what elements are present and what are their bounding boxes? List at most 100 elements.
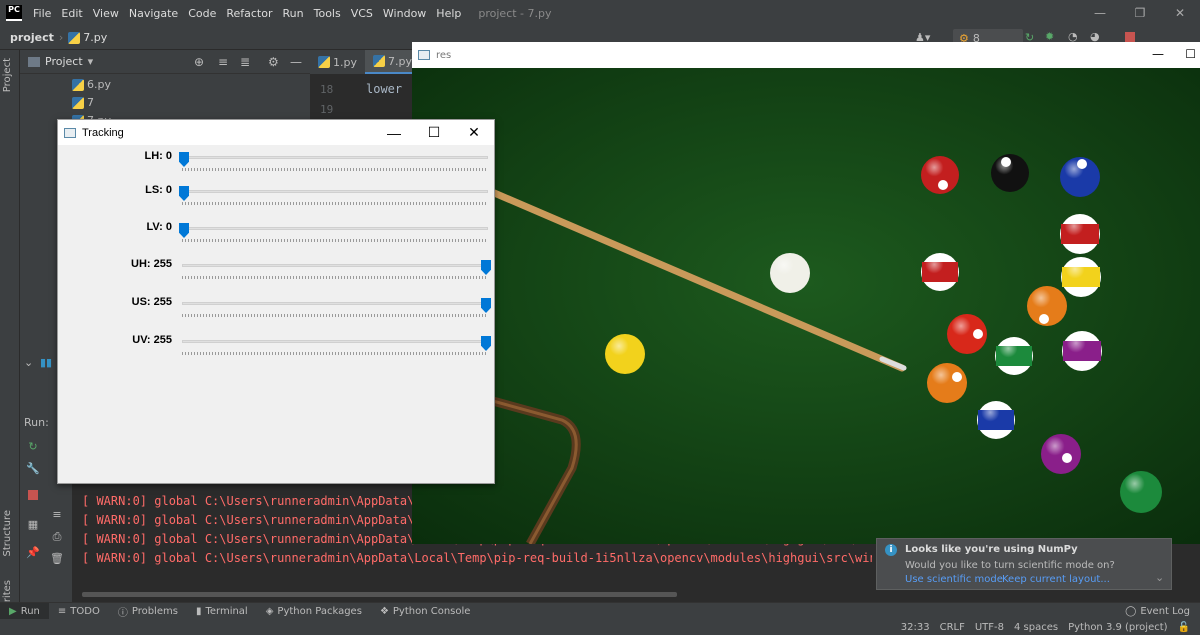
slider-label: UV: 255 bbox=[132, 334, 172, 346]
chevron-right-icon: › bbox=[58, 31, 64, 44]
line-number: 19 bbox=[320, 103, 334, 116]
minimize-icon[interactable]: — bbox=[374, 120, 414, 145]
use-scientific-mode-link[interactable]: Use scientific mode bbox=[905, 574, 1003, 585]
slider-thumb[interactable] bbox=[179, 152, 189, 167]
minimize-icon[interactable]: — bbox=[1080, 0, 1120, 26]
slider-row: US: 255 bbox=[58, 294, 494, 330]
tracking-window[interactable]: Tracking — ☐ ✕ LH: 0 LS: 0 LV: 0 UH: 255 US:… bbox=[57, 119, 495, 484]
slider-thumb[interactable] bbox=[481, 298, 491, 313]
menu-refactor[interactable]: Refactor bbox=[221, 7, 277, 20]
restore-icon[interactable]: ❐ bbox=[1120, 0, 1160, 26]
res-titlebar[interactable]: res — ☐ bbox=[412, 42, 1200, 68]
tab-python-packages[interactable]: ◈ Python Packages bbox=[257, 603, 371, 620]
menu-file[interactable]: File bbox=[28, 7, 56, 20]
ball-1 bbox=[605, 334, 645, 374]
menu-vcs[interactable]: VCS bbox=[346, 7, 378, 20]
slider-ticks bbox=[182, 276, 488, 279]
ball-5 bbox=[927, 363, 967, 403]
locate-icon[interactable]: ⊕ bbox=[194, 55, 204, 69]
structure-tool-tab[interactable]: Structure bbox=[2, 510, 13, 557]
print-icon[interactable]: ⎙ bbox=[50, 530, 64, 544]
slider-row: UH: 255 bbox=[58, 256, 494, 292]
res-window[interactable]: res — ☐ bbox=[412, 42, 1200, 544]
gear-icon[interactable]: ⚙ bbox=[268, 55, 279, 69]
status-bar: 32:33 CRLF UTF-8 4 spaces Python 3.9 (pr… bbox=[0, 619, 1200, 635]
collapse-all-icon[interactable]: ≣ bbox=[240, 55, 250, 69]
menu-edit[interactable]: Edit bbox=[56, 7, 87, 20]
python-file-icon bbox=[68, 31, 81, 44]
slider-track[interactable] bbox=[182, 302, 488, 305]
tab-problems[interactable]: ⓘ Problems bbox=[109, 603, 187, 620]
minimize-icon[interactable]: — bbox=[1152, 47, 1164, 61]
slider-thumb[interactable] bbox=[481, 336, 491, 351]
menu-tools[interactable]: Tools bbox=[309, 7, 346, 20]
close-icon[interactable]: ✕ bbox=[1160, 0, 1200, 26]
tree-item[interactable]: 7 bbox=[72, 96, 94, 109]
project-panel-title[interactable]: Project bbox=[45, 55, 83, 68]
stop-icon[interactable] bbox=[28, 490, 38, 500]
code-line: lower bbox=[366, 82, 403, 96]
hide-icon[interactable]: — bbox=[290, 55, 302, 69]
stop-icon[interactable] bbox=[1125, 32, 1135, 42]
problems-icon: ⓘ bbox=[117, 607, 128, 619]
pin-icon[interactable]: 📌 bbox=[26, 546, 40, 559]
slider-track[interactable] bbox=[182, 156, 488, 159]
project-tool-tab[interactable]: Project bbox=[2, 58, 13, 92]
slider-track[interactable] bbox=[182, 264, 488, 267]
python-icon: ❖ bbox=[379, 605, 389, 617]
chevron-down-icon[interactable]: ⌄ bbox=[24, 356, 33, 369]
slider-thumb[interactable] bbox=[179, 223, 189, 238]
event-log-button[interactable]: ◯ Event Log bbox=[1125, 603, 1190, 620]
ball-9 bbox=[1061, 257, 1101, 297]
tree-item[interactable]: 6.py bbox=[72, 78, 111, 91]
tab-1py[interactable]: 1.py bbox=[310, 50, 365, 74]
trash-icon[interactable]: 🗑 bbox=[50, 552, 64, 565]
window-icon bbox=[418, 50, 430, 60]
menu-help[interactable]: Help bbox=[431, 7, 466, 20]
list-icon: ≡ bbox=[57, 605, 67, 617]
indent-setting[interactable]: 4 spaces bbox=[1014, 622, 1058, 633]
expand-all-icon[interactable]: ≡ bbox=[218, 55, 228, 69]
maximize-icon[interactable]: ☐ bbox=[414, 120, 454, 145]
slider-track[interactable] bbox=[182, 190, 488, 193]
menu-code[interactable]: Code bbox=[183, 7, 221, 20]
console-scrollbar[interactable] bbox=[82, 592, 677, 597]
tab-todo[interactable]: ≡ TODO bbox=[49, 603, 109, 620]
interpreter[interactable]: Python 3.9 (project) bbox=[1068, 622, 1167, 633]
slider-track[interactable] bbox=[182, 340, 488, 343]
breadcrumb-file[interactable]: 7.py bbox=[83, 31, 107, 44]
slider-thumb[interactable] bbox=[481, 260, 491, 275]
project-panel-header: Project ▾ ⊕ ≡ ≣ ⚙ — bbox=[20, 50, 310, 74]
soft-wrap-icon[interactable]: ≡ bbox=[50, 508, 64, 521]
menu-run[interactable]: Run bbox=[278, 7, 309, 20]
menu-view[interactable]: View bbox=[88, 7, 124, 20]
tracking-title: Tracking bbox=[82, 126, 124, 139]
layout-icon[interactable]: ▦ bbox=[26, 518, 40, 531]
line-separator[interactable]: CRLF bbox=[940, 622, 965, 633]
menu-navigate[interactable]: Navigate bbox=[124, 7, 183, 20]
slider-row: UV: 255 bbox=[58, 332, 494, 368]
close-icon[interactable]: ✕ bbox=[454, 120, 494, 145]
breadcrumb-project[interactable]: project bbox=[10, 31, 54, 44]
keep-layout-link[interactable]: Keep current layout... bbox=[1002, 574, 1110, 585]
lock-icon[interactable]: 🔓 bbox=[1178, 622, 1190, 633]
ball-14 bbox=[995, 337, 1033, 375]
ball-13 bbox=[1027, 286, 1067, 326]
slider-track[interactable] bbox=[182, 227, 488, 230]
slider-thumb[interactable] bbox=[179, 186, 189, 201]
file-encoding[interactable]: UTF-8 bbox=[975, 622, 1004, 633]
wrench-icon[interactable]: 🔧 bbox=[26, 462, 40, 475]
tab-run[interactable]: ▶ Run bbox=[0, 602, 49, 620]
maximize-icon[interactable]: ☐ bbox=[1185, 47, 1196, 61]
tab-terminal[interactable]: ▮ Terminal bbox=[187, 603, 257, 620]
tab-python-console[interactable]: ❖ Python Console bbox=[371, 603, 480, 620]
menu-window[interactable]: Window bbox=[378, 7, 431, 20]
rerun-icon[interactable]: ↻ bbox=[26, 440, 40, 453]
slider-row: LS: 0 bbox=[58, 182, 494, 218]
python-file-icon bbox=[72, 79, 84, 91]
slider-row: LV: 0 bbox=[58, 219, 494, 255]
tracking-titlebar[interactable]: Tracking — ☐ ✕ bbox=[58, 120, 494, 145]
caret-position[interactable]: 32:33 bbox=[901, 622, 930, 633]
chevron-down-icon[interactable]: ⌄ bbox=[1155, 571, 1164, 584]
dropdown-icon[interactable]: ▾ bbox=[88, 55, 94, 68]
